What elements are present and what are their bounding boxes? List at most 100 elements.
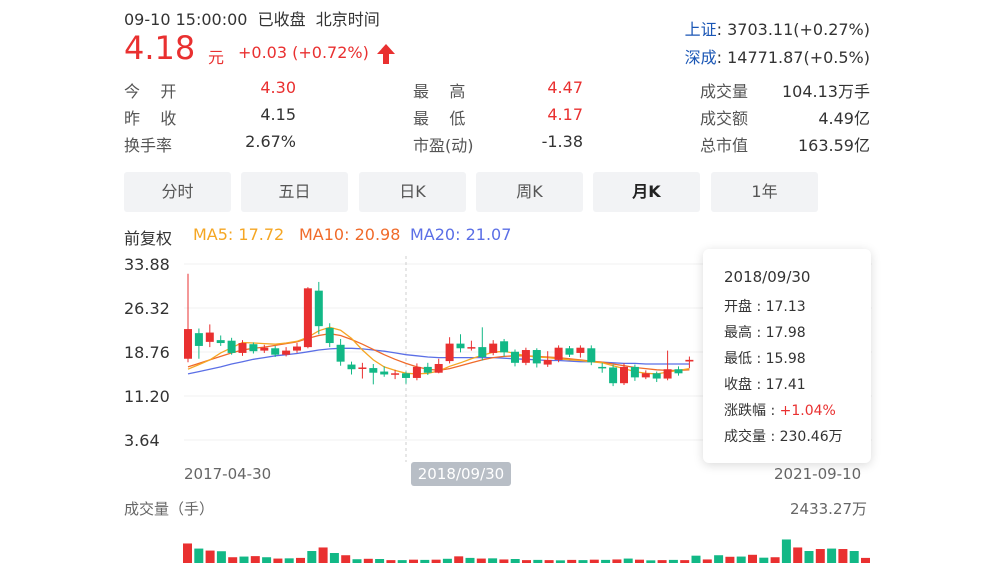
volume-bar	[352, 559, 362, 563]
volume-bar	[793, 547, 803, 563]
volume-bar	[680, 560, 690, 563]
tooltip-change-value: +1.04%	[779, 403, 836, 419]
volume-bar	[409, 559, 418, 563]
candle-body	[598, 366, 607, 369]
tooltip-volume: 成交量 : 230.46万	[724, 429, 843, 445]
candle-body	[303, 288, 312, 348]
volume-bar	[555, 560, 565, 563]
volume-bar	[284, 558, 294, 563]
volume-bar	[454, 556, 464, 563]
volume-max-label: 2433.27万	[790, 500, 868, 518]
candle-body	[641, 373, 650, 378]
candle-body	[216, 340, 225, 344]
volume-bar	[601, 559, 611, 563]
volume-bar	[522, 560, 531, 563]
volume-bar	[533, 559, 543, 563]
volume-bar	[250, 556, 260, 563]
volume-bar	[635, 559, 644, 563]
candle-body	[423, 366, 432, 373]
tooltip-date: 2018/09/30	[724, 268, 811, 286]
volume-bar	[691, 555, 701, 563]
candle-body	[271, 348, 280, 355]
candle-body	[314, 290, 323, 327]
volume-bar	[216, 551, 226, 563]
tooltip-close: 收盘 : 17.41	[724, 377, 806, 393]
volume-bar	[567, 559, 577, 563]
candle-body	[336, 344, 345, 362]
candle-body	[249, 344, 258, 352]
candle-body	[587, 348, 596, 363]
volume-bar	[589, 559, 599, 563]
candle-body	[663, 369, 672, 379]
volume-bar	[736, 556, 746, 563]
volume-bar	[442, 558, 452, 563]
volume-bar	[544, 560, 554, 563]
volume-bar	[623, 558, 633, 563]
volume-bar	[725, 556, 735, 563]
volume-bar	[861, 557, 870, 563]
candle-body	[391, 373, 400, 375]
candle-body	[467, 347, 476, 349]
volume-bar	[499, 559, 509, 563]
candle-body	[532, 350, 541, 364]
candle-body	[238, 343, 247, 353]
volume-bar	[386, 560, 396, 563]
volume-bar	[578, 560, 588, 563]
tooltip-change: 涨跌幅 : +1.04%	[724, 400, 836, 420]
candle-body	[434, 363, 443, 373]
candle-body	[489, 343, 498, 353]
volume-bar	[375, 559, 385, 563]
tooltip-high: 最高 : 17.98	[724, 325, 806, 341]
candle-body	[674, 369, 683, 374]
candle-body	[630, 366, 639, 378]
volume-section-label: 成交量（手）	[124, 500, 215, 518]
volume-bar	[510, 559, 520, 563]
volume-bar	[804, 551, 814, 563]
candle-body	[402, 373, 410, 378]
candle-body	[685, 359, 694, 362]
volume-bar	[827, 548, 837, 563]
candle-body	[347, 364, 356, 370]
volume-bar	[657, 560, 667, 563]
candle-body	[620, 366, 628, 384]
volume-bar	[815, 549, 825, 563]
volume-bar	[849, 551, 859, 563]
candle-body	[380, 371, 389, 375]
candle-body	[543, 359, 552, 365]
candle-body	[565, 348, 574, 355]
volume-bar	[838, 549, 848, 563]
candle-body	[521, 350, 530, 363]
candle-tooltip: 2018/09/30 开盘 : 17.13 最高 : 17.98 最低 : 15…	[703, 249, 871, 463]
candle-body	[511, 351, 519, 363]
x-start-label: 2017-04-30	[184, 465, 272, 483]
volume-bar	[612, 559, 622, 563]
volume-bar	[205, 550, 215, 563]
volume-bar	[363, 558, 373, 563]
volume-bar	[465, 557, 475, 563]
volume-bar	[759, 557, 769, 563]
volume-bar	[318, 547, 328, 563]
candle-body	[478, 347, 487, 358]
candle-body	[609, 367, 618, 384]
volume-bar	[239, 556, 249, 563]
volume-bar	[702, 559, 712, 563]
candle-body	[652, 373, 661, 379]
candle-body	[358, 367, 367, 369]
candle-body	[554, 347, 563, 360]
volume-bar	[420, 559, 430, 563]
tooltip-open: 开盘 : 17.13	[724, 299, 806, 315]
volume-bar	[770, 557, 780, 563]
volume-bar	[329, 553, 339, 563]
candle-body	[369, 368, 378, 373]
volume-bar	[431, 559, 441, 563]
candle-body	[227, 340, 236, 353]
candle-body	[260, 347, 269, 351]
candle-body	[500, 341, 509, 353]
volume-bar	[714, 555, 724, 563]
candle-body	[194, 333, 203, 346]
volume-bar	[228, 557, 238, 563]
volume-bar	[341, 555, 351, 563]
volume-bar	[476, 558, 486, 563]
volume-bar	[397, 560, 407, 563]
volume-bar	[194, 548, 204, 563]
